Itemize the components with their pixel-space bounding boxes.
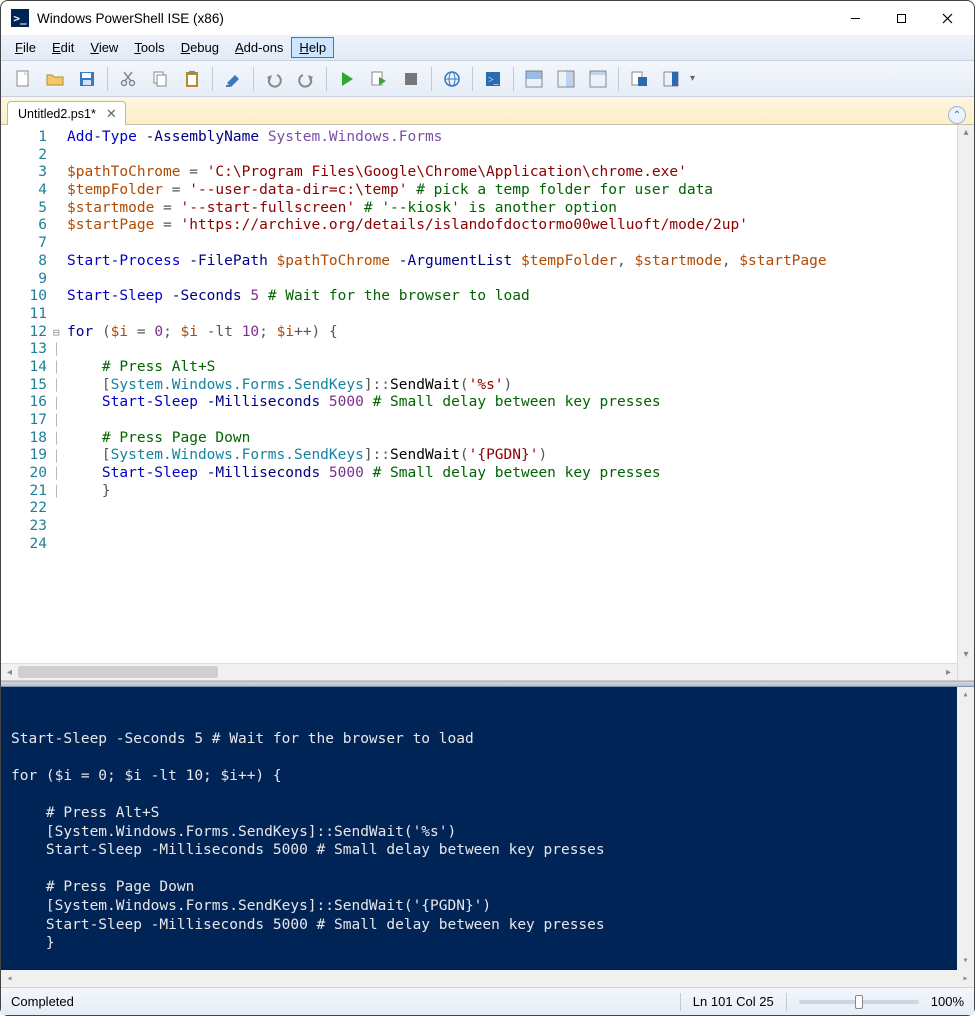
editor-horizontal-scrollbar[interactable]: ◂ ▸ — [1, 663, 957, 680]
toolbar-separator — [431, 67, 432, 91]
console-output: Start-Sleep -Seconds 5 # Wait for the br… — [11, 730, 964, 953]
zoom-level: 100% — [931, 994, 964, 1009]
menu-file[interactable]: File — [7, 37, 44, 58]
menu-help[interactable]: Help — [291, 37, 334, 58]
editor-vertical-scrollbar[interactable]: ▴ ▾ — [957, 125, 974, 680]
menubar: File Edit View Tools Debug Add-ons Help — [1, 35, 974, 61]
powershell-app-icon: >_ — [11, 9, 29, 27]
zoom-slider[interactable] — [799, 1000, 919, 1004]
toolbar-separator — [212, 67, 213, 91]
powershell-console-icon[interactable]: >_ — [477, 64, 509, 94]
code-area[interactable]: Add-Type -AssemblyName System.Windows.Fo… — [67, 125, 957, 680]
show-script-right-icon[interactable] — [550, 64, 582, 94]
toolbar-separator — [326, 67, 327, 91]
console-pane[interactable]: Start-Sleep -Seconds 5 # Wait for the br… — [1, 687, 974, 987]
minimize-button[interactable] — [832, 2, 878, 34]
toolbar-separator — [253, 67, 254, 91]
clear-icon[interactable] — [217, 64, 249, 94]
fold-gutter[interactable]: ⊟│││││││││ — [53, 125, 67, 680]
line-number-gutter: 123456789101112131415161718192021222324 — [1, 125, 53, 680]
stop-icon[interactable] — [395, 64, 427, 94]
cursor-position: Ln 101 Col 25 — [693, 994, 774, 1009]
toolbar: >_ ▾ — [1, 61, 974, 97]
toolbar-separator — [472, 67, 473, 91]
tabbar: Untitled2.ps1* ✕ ⌃ — [1, 97, 974, 125]
show-script-top-icon[interactable] — [518, 64, 550, 94]
statusbar: Completed Ln 101 Col 25 100% — [1, 987, 974, 1015]
maximize-button[interactable] — [878, 2, 924, 34]
tab-title: Untitled2.ps1* — [18, 107, 96, 121]
copy-icon[interactable] — [144, 64, 176, 94]
paste-icon[interactable] — [176, 64, 208, 94]
script-editor[interactable]: 123456789101112131415161718192021222324 … — [1, 125, 974, 681]
menu-view[interactable]: View — [82, 37, 126, 58]
run-script-icon[interactable] — [331, 64, 363, 94]
cut-icon[interactable] — [112, 64, 144, 94]
console-vertical-scrollbar[interactable]: ▴ ▾ — [957, 687, 974, 970]
console-horizontal-scrollbar[interactable]: ◂ ▸ — [1, 970, 974, 987]
new-file-icon[interactable] — [7, 64, 39, 94]
show-command-addon-icon[interactable] — [655, 64, 687, 94]
status-message: Completed — [11, 994, 74, 1009]
redo-icon[interactable] — [290, 64, 322, 94]
collapse-script-pane-icon[interactable]: ⌃ — [948, 106, 966, 124]
script-tab[interactable]: Untitled2.ps1* ✕ — [7, 101, 126, 125]
tab-close-icon[interactable]: ✕ — [104, 106, 119, 122]
menu-addons[interactable]: Add-ons — [227, 37, 291, 58]
undo-icon[interactable] — [258, 64, 290, 94]
toolbar-separator — [107, 67, 108, 91]
menu-debug[interactable]: Debug — [173, 37, 227, 58]
toolbar-separator — [513, 67, 514, 91]
toolbar-separator — [618, 67, 619, 91]
zoom-slider-thumb[interactable] — [855, 995, 863, 1009]
close-button[interactable] — [924, 2, 970, 34]
menu-tools[interactable]: Tools — [126, 37, 172, 58]
remote-icon[interactable] — [436, 64, 468, 94]
show-command-icon[interactable] — [623, 64, 655, 94]
titlebar: >_ Windows PowerShell ISE (x86) — [1, 1, 974, 35]
open-file-icon[interactable] — [39, 64, 71, 94]
toolbar-overflow-icon[interactable]: ▾ — [687, 73, 698, 84]
show-script-max-icon[interactable] — [582, 64, 614, 94]
save-file-icon[interactable] — [71, 64, 103, 94]
run-selection-icon[interactable] — [363, 64, 395, 94]
svg-text:>_: >_ — [488, 75, 500, 86]
menu-edit[interactable]: Edit — [44, 37, 82, 58]
window-controls — [832, 2, 970, 34]
window-title: Windows PowerShell ISE (x86) — [37, 11, 832, 26]
